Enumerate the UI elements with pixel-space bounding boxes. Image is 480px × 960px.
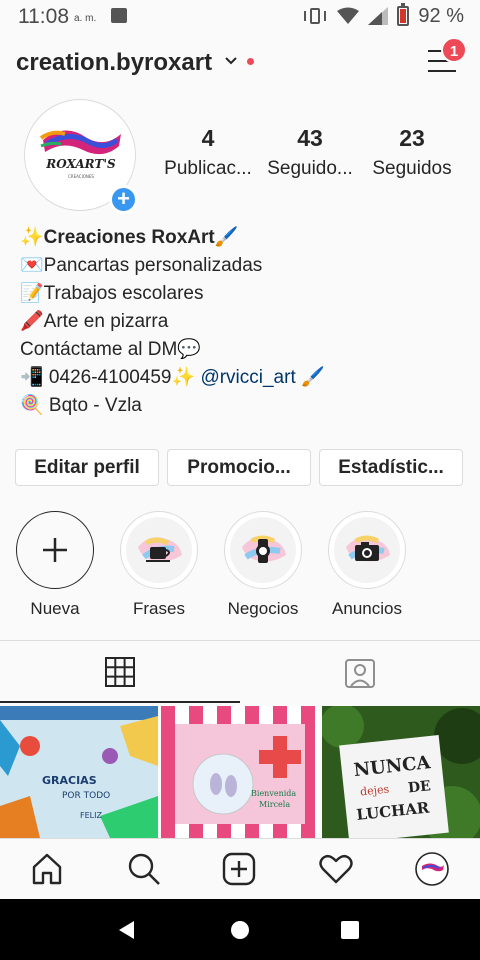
wifi-icon [337, 7, 360, 24]
avatar-logo-subtext: CREACIONES [68, 174, 94, 179]
svg-text:DE: DE [407, 778, 431, 796]
post-thumbnail[interactable]: Bienvenida Mircela [161, 706, 319, 838]
image-notification-icon [111, 8, 127, 23]
highlight-ring [328, 511, 406, 589]
highlight-frases[interactable]: Frases [118, 511, 200, 619]
profile-bio: ✨Creaciones RoxArt🖌️ 💌Pancartas personal… [20, 224, 460, 420]
status-bar: 11:08 a. m. 92 % [0, 0, 480, 34]
bio-line: 💌Pancartas personalizadas [20, 255, 263, 276]
bio-phone[interactable]: 📲 0426-4100459✨ [20, 367, 195, 388]
svg-text:GRACIAS: GRACIAS [42, 774, 97, 787]
stat-posts-label: Publicac... [164, 158, 252, 179]
bio-line: 📝Trabajos escolares [20, 283, 204, 304]
vibrate-icon [302, 6, 328, 26]
add-story-button[interactable]: + [109, 185, 138, 214]
camera-icon [346, 535, 390, 562]
bio-contact-line: 📲 0426-4100459✨ @rvicci_art 🖌️ [20, 364, 460, 392]
promotions-button[interactable]: Promocio... [167, 449, 311, 486]
chevron-down-icon[interactable] [224, 54, 238, 68]
new-activity-dot [247, 58, 254, 65]
highlight-label: Anuncios [332, 599, 402, 618]
highlight-new[interactable]: Nueva [14, 511, 96, 619]
stat-followers-label: Seguido... [267, 158, 353, 179]
chalkboard-art-image: GRACIAS POR TODO FELIZ [0, 706, 158, 838]
svg-text:Mircela: Mircela [259, 800, 290, 809]
coffee-cup-icon [138, 537, 182, 562]
highlight-negocios[interactable]: Negocios [222, 511, 304, 619]
profile-name: ✨Creaciones RoxArt🖌️ [20, 227, 239, 248]
stat-following-count: 23 [399, 125, 425, 151]
highlight-label: Nueva [30, 599, 80, 618]
home-icon[interactable] [29, 851, 65, 887]
bio-line: 🖍️Arte en pizarra [20, 311, 169, 332]
highlight-new-ring [16, 511, 94, 589]
active-tab-indicator [0, 701, 240, 703]
avatar-logo-text: ROXART'S [45, 157, 116, 171]
profile-tabs [0, 640, 480, 703]
highlight-label: Negocios [227, 599, 299, 618]
watch-icon [242, 535, 286, 563]
new-post-icon[interactable] [221, 851, 257, 887]
stat-posts-count: 4 [201, 125, 215, 151]
stat-posts[interactable]: 4 Publicac... [160, 125, 256, 180]
tagged-person-icon[interactable] [344, 657, 376, 689]
insights-button[interactable]: Estadístic... [319, 449, 463, 486]
svg-text:POR TODO: POR TODO [62, 791, 110, 801]
bio-line: Contáctame al DM💬 [20, 339, 201, 360]
notification-badge: 1 [441, 37, 467, 63]
svg-text:Bienvenida: Bienvenida [251, 789, 296, 798]
highlight-ring [120, 511, 198, 589]
status-ampm: a. m. [74, 13, 97, 24]
bio-mention-link[interactable]: @rvicci_art [200, 367, 295, 388]
highlight-anuncios[interactable]: Anuncios [326, 511, 408, 619]
highlight-label: Frases [133, 599, 185, 618]
back-icon[interactable] [116, 919, 138, 941]
recents-icon[interactable] [340, 920, 360, 940]
stat-following[interactable]: 23 Seguidos [364, 125, 460, 180]
motivational-card-image: NUNCA dejes DE LUCHAR [322, 706, 480, 838]
home-circle-icon[interactable] [229, 919, 251, 941]
system-navigation-bar [0, 899, 480, 960]
bio-location: 🍭 Bqto - Vzla [20, 395, 142, 416]
activity-heart-icon[interactable] [318, 851, 354, 887]
signal-icon [368, 7, 389, 25]
svg-text:FELIZ: FELIZ [80, 811, 102, 820]
stat-followers-count: 43 [297, 125, 323, 151]
status-time: 11:08 [18, 5, 69, 28]
post-thumbnail[interactable]: NUNCA dejes DE LUCHAR [322, 706, 480, 838]
plus-icon [43, 538, 67, 562]
search-icon[interactable] [126, 851, 162, 887]
highlight-ring [224, 511, 302, 589]
profile-avatar-icon[interactable] [414, 851, 450, 887]
profile-header: creation.byroxart 1 [0, 34, 480, 90]
bio-mention-suffix: 🖌️ [295, 367, 325, 388]
bottom-navigation [0, 838, 480, 899]
post-thumbnail[interactable]: GRACIAS POR TODO FELIZ [0, 706, 158, 838]
stat-following-label: Seguidos [372, 158, 452, 179]
stat-followers[interactable]: 43 Seguido... [262, 125, 358, 180]
battery-icon [397, 3, 410, 26]
posts-grid: GRACIAS POR TODO FELIZ Bienvenida Mircel… [0, 706, 480, 838]
username-switcher[interactable]: creation.byroxart [16, 49, 212, 77]
edit-profile-button[interactable]: Editar perfil [15, 449, 159, 486]
battery-percent: 92 % [418, 4, 464, 27]
baby-banner-image: Bienvenida Mircela [161, 706, 319, 838]
grid-icon[interactable] [105, 657, 135, 687]
